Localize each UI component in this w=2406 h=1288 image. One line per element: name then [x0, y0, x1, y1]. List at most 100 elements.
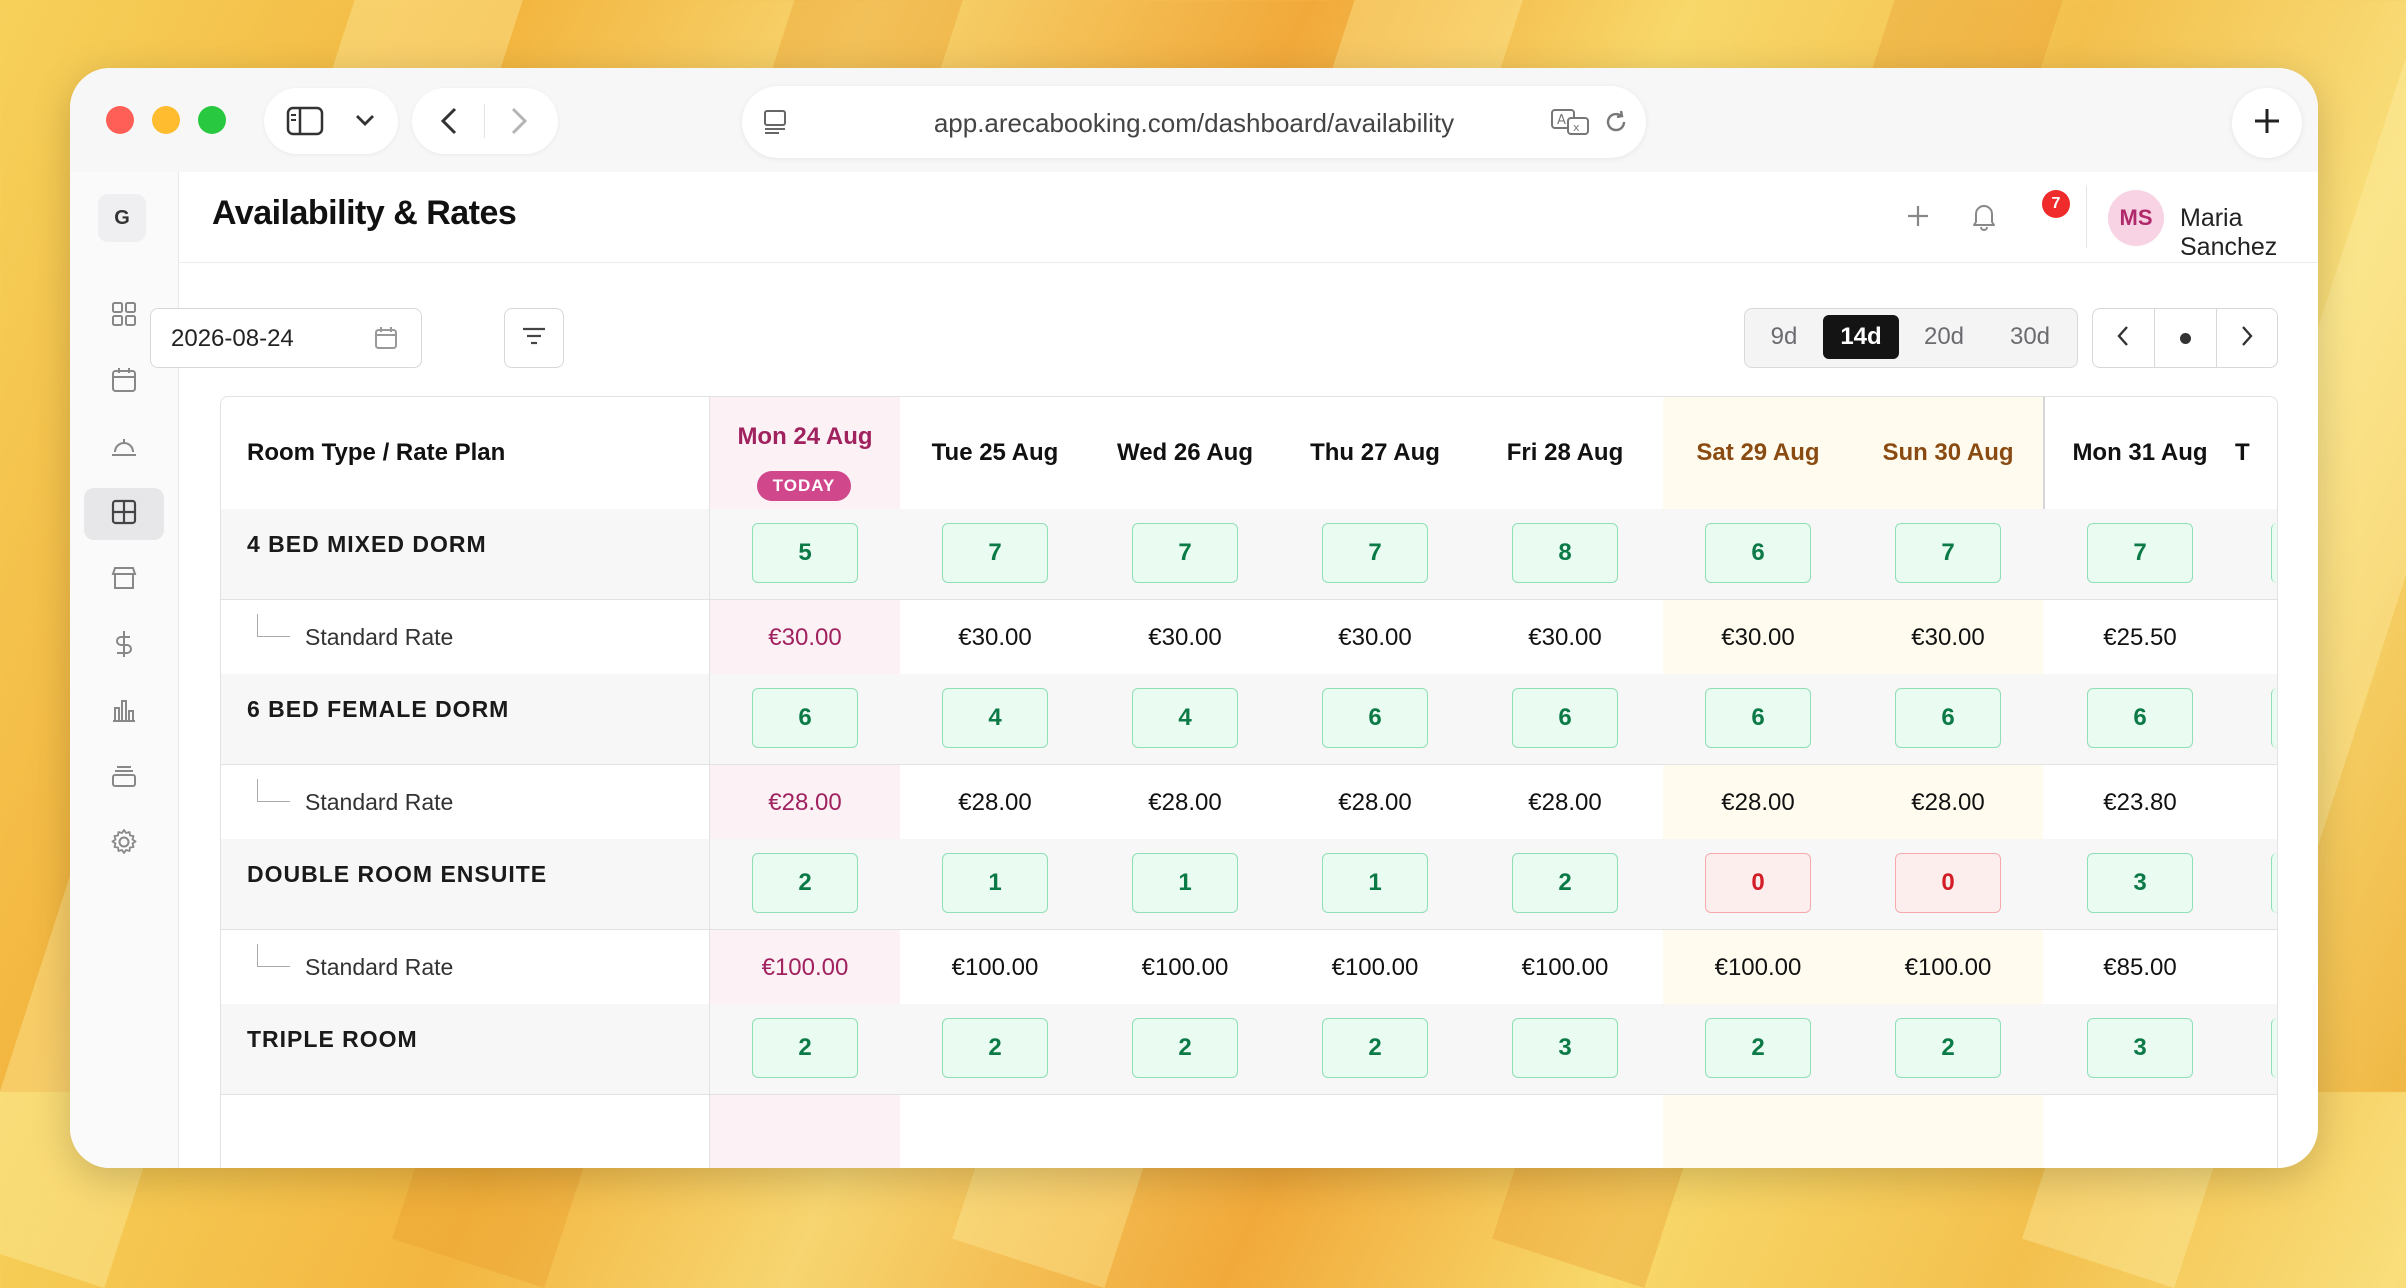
availability-cell[interactable]: 6 [1322, 688, 1428, 748]
sidebar-item-finance[interactable] [84, 620, 164, 672]
svg-text:x: x [1573, 121, 1580, 134]
notifications-button[interactable] [1964, 198, 2004, 238]
rate-price-cell[interactable]: €100.00 [1090, 954, 1280, 982]
rate-price-cell[interactable]: €28.00 [1470, 789, 1660, 817]
rate-price-cell[interactable]: €100.00 [1663, 954, 1853, 982]
rate-price-cell[interactable]: €30.00 [1470, 624, 1660, 652]
availability-cell[interactable]: 7 [1132, 523, 1238, 583]
availability-cell[interactable]: 6 [1895, 688, 2001, 748]
availability-cell[interactable]: 4 [942, 688, 1048, 748]
sidebar-item-inventory[interactable] [84, 752, 164, 804]
previous-period-button[interactable] [2093, 309, 2153, 367]
address-bar[interactable]: app.arecabooking.com/dashboard/availabil… [742, 86, 1646, 158]
rate-price-cell[interactable]: €28.00 [900, 789, 1090, 817]
next-period-button[interactable] [2217, 309, 2277, 367]
range-option-9d[interactable]: 9d [1751, 315, 1817, 359]
availability-cell[interactable]: 6 [1512, 688, 1618, 748]
availability-cell[interactable]: 8 [1512, 523, 1618, 583]
rate-price-cell[interactable]: €28.00 [710, 789, 900, 817]
new-tab-button[interactable] [2232, 88, 2302, 158]
avatar[interactable]: MS [2108, 190, 2164, 246]
availability-cell[interactable]: 1 [1132, 853, 1238, 913]
availability-cell[interactable]: 6 [2087, 688, 2193, 748]
availability-cell[interactable]: 6 [752, 688, 858, 748]
rate-price-cell[interactable]: €28.00 [1663, 789, 1853, 817]
availability-cell[interactable]: 3 [2087, 1018, 2193, 1078]
availability-cell[interactable]: 0 [1705, 853, 1811, 913]
date-picker-field[interactable]: 2026-08-24 [150, 308, 422, 368]
day-header-wed-26: Wed 26 Aug [1116, 439, 1254, 466]
filter-button[interactable] [504, 308, 564, 368]
rate-price-cell[interactable]: €30.00 [1280, 624, 1470, 652]
history-nav-group [412, 88, 558, 154]
sidebar-toggle-icon[interactable] [286, 106, 324, 141]
rate-price-cell[interactable]: €30.00 [1090, 624, 1280, 652]
availability-cell[interactable]: 2 [1895, 1018, 2001, 1078]
rate-price-cell[interactable]: €25.50 [2045, 624, 2235, 652]
app-logo[interactable]: G [98, 194, 146, 242]
availability-cell[interactable]: 5 [752, 523, 858, 583]
sidebar-item-availability[interactable] [84, 488, 164, 540]
availability-cell-partial[interactable] [2271, 523, 2277, 583]
availability-cell[interactable]: 4 [1132, 688, 1238, 748]
sidebar-item-reports[interactable] [84, 686, 164, 738]
rate-price-cell[interactable]: €28.00 [1280, 789, 1470, 817]
chevron-down-icon[interactable] [354, 112, 376, 133]
translate-icon[interactable]: Ax [1550, 106, 1592, 143]
availability-grid: Room Type / Rate Plan Mon 24 Aug TODAY T… [220, 396, 2278, 1168]
availability-cell[interactable]: 7 [2087, 523, 2193, 583]
rate-price-cell[interactable]: €30.00 [900, 624, 1090, 652]
minimize-window-button[interactable] [152, 106, 180, 134]
rate-price-cell[interactable]: €85.00 [2045, 954, 2235, 982]
rate-price-cell[interactable]: €30.00 [710, 624, 900, 652]
calendar-icon [110, 366, 138, 399]
availability-cell[interactable]: 1 [942, 853, 1048, 913]
rate-price-cell[interactable]: €100.00 [1470, 954, 1660, 982]
rate-price-cell[interactable]: €28.00 [1853, 789, 2043, 817]
sidebar-item-channels[interactable] [84, 554, 164, 606]
range-option-30d[interactable]: 30d [1989, 315, 2071, 359]
availability-cell[interactable]: 7 [1895, 523, 2001, 583]
reload-icon[interactable] [1602, 108, 1630, 141]
availability-cell[interactable]: 2 [752, 1018, 858, 1078]
availability-cell-partial[interactable] [2271, 1018, 2277, 1078]
rate-price-cell[interactable]: €30.00 [1853, 624, 2043, 652]
rate-price-cell[interactable]: €28.00 [1090, 789, 1280, 817]
today-button[interactable] [2155, 309, 2215, 367]
calendar-icon[interactable] [373, 325, 399, 356]
url-text[interactable]: app.arecabooking.com/dashboard/availabil… [742, 108, 1646, 139]
rate-price-cell[interactable]: €100.00 [1853, 954, 2043, 982]
back-arrow-icon[interactable] [438, 106, 460, 141]
forward-arrow-icon[interactable] [508, 106, 530, 141]
availability-cell-partial[interactable] [2271, 688, 2277, 748]
availability-cell[interactable]: 1 [1322, 853, 1428, 913]
availability-cell[interactable]: 2 [1322, 1018, 1428, 1078]
range-option-20d[interactable]: 20d [1905, 315, 1983, 359]
availability-cell[interactable]: 2 [942, 1018, 1048, 1078]
maximize-window-button[interactable] [198, 106, 226, 134]
availability-cell[interactable]: 6 [1705, 523, 1811, 583]
availability-cell[interactable]: 3 [1512, 1018, 1618, 1078]
rate-price-cell[interactable]: €100.00 [710, 954, 900, 982]
user-name[interactable]: Maria Sanchez [2180, 204, 2318, 262]
availability-cell[interactable]: 7 [942, 523, 1048, 583]
close-window-button[interactable] [106, 106, 134, 134]
availability-cell[interactable]: 2 [1132, 1018, 1238, 1078]
browser-titlebar: app.arecabooking.com/dashboard/availabil… [70, 68, 2318, 172]
availability-cell[interactable]: 2 [1705, 1018, 1811, 1078]
availability-cell-partial[interactable] [2271, 853, 2277, 913]
add-button[interactable] [1898, 198, 1938, 238]
sidebar-item-settings[interactable] [84, 818, 164, 870]
availability-cell[interactable]: 3 [2087, 853, 2193, 913]
range-option-14d[interactable]: 14d [1823, 315, 1899, 359]
availability-cell[interactable]: 0 [1895, 853, 2001, 913]
rate-price-cell[interactable]: €100.00 [900, 954, 1090, 982]
rate-price-cell[interactable]: €23.80 [2045, 789, 2235, 817]
sidebar-item-reservations[interactable] [84, 422, 164, 474]
availability-cell[interactable]: 6 [1705, 688, 1811, 748]
rate-price-cell[interactable]: €100.00 [1280, 954, 1470, 982]
availability-cell[interactable]: 2 [752, 853, 858, 913]
availability-cell[interactable]: 7 [1322, 523, 1428, 583]
rate-price-cell[interactable]: €30.00 [1663, 624, 1853, 652]
availability-cell[interactable]: 2 [1512, 853, 1618, 913]
